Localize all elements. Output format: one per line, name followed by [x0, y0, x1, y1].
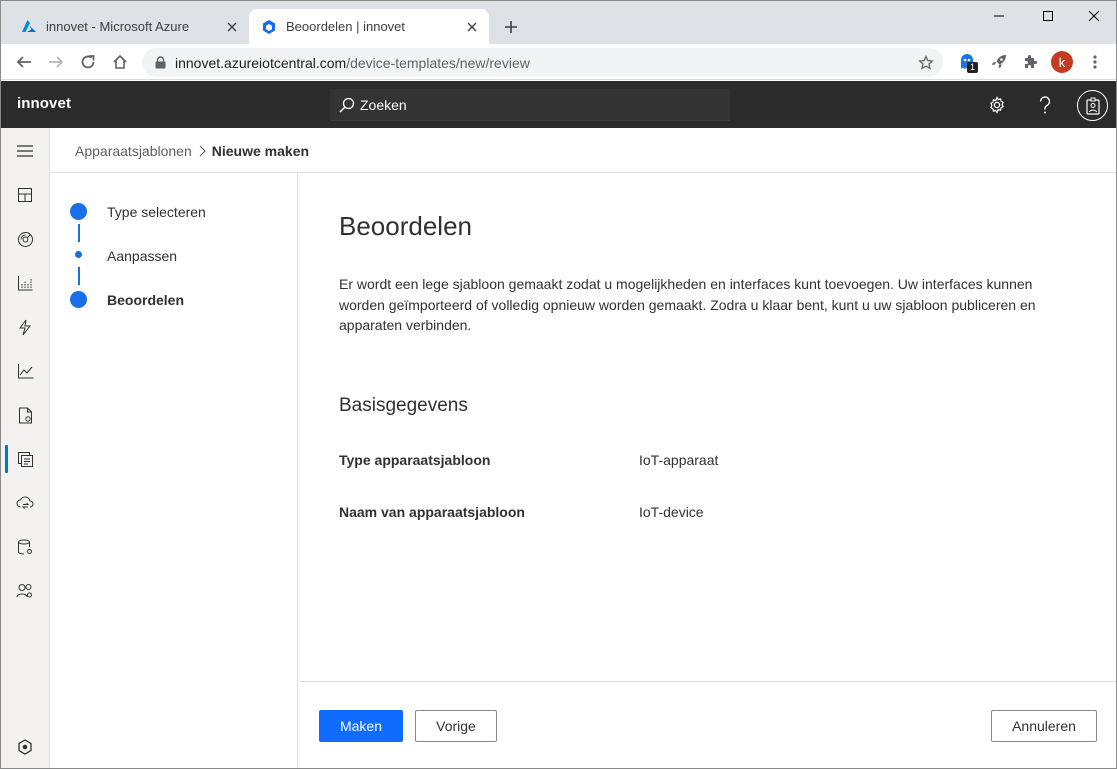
step-label-review[interactable]: Beoordelen	[107, 292, 184, 308]
address-bar[interactable]: innovet.azureiotcentral.com/device-templ…	[142, 48, 943, 77]
previous-button[interactable]: Vorige	[415, 710, 497, 742]
rocket-icon[interactable]	[988, 51, 1010, 73]
property-value-type: IoT-apparaat	[639, 452, 719, 468]
page-title: Beoordelen	[339, 211, 472, 241]
step-dot-complete	[70, 203, 87, 220]
bookmark-star-icon[interactable]	[917, 54, 935, 72]
section-title: Basisgegevens	[339, 395, 468, 416]
administration-icon[interactable]	[1, 525, 49, 569]
account-badge-icon[interactable]	[1077, 90, 1108, 121]
devices-icon[interactable]	[1, 217, 49, 261]
extension-badge: 1	[967, 62, 978, 73]
search-box[interactable]	[330, 89, 730, 121]
iot-central-logo-icon[interactable]	[1, 725, 49, 768]
lock-icon[interactable]	[153, 56, 167, 70]
close-tab-icon[interactable]	[223, 18, 241, 36]
cancel-button[interactable]: Annuleren	[991, 710, 1097, 742]
forward-icon[interactable]	[45, 51, 67, 73]
maximize-icon[interactable]	[1025, 5, 1071, 27]
url-text[interactable]: innovet.azureiotcentral.com/device-templ…	[175, 55, 917, 71]
menu-icon[interactable]	[1, 129, 49, 173]
property-name-type: Type apparaatsjabloon	[339, 452, 491, 468]
extensions-puzzle-icon[interactable]	[1019, 51, 1041, 73]
users-icon[interactable]	[1, 569, 49, 613]
tab-title: innovet - Microsoft Azure	[46, 19, 190, 34]
analytics-icon[interactable]	[1, 349, 49, 393]
dashboard-icon[interactable]	[1, 173, 49, 217]
browser-window: innovet - Microsoft Azure Beoordelen | i…	[0, 0, 1117, 769]
back-icon[interactable]	[13, 51, 35, 73]
azure-logo-icon	[21, 19, 37, 35]
create-button[interactable]: Maken	[319, 710, 403, 742]
device-groups-icon[interactable]	[1, 261, 49, 305]
close-tab-icon[interactable]	[463, 18, 481, 36]
tab-strip: innovet - Microsoft Azure Beoordelen | i…	[1, 1, 1116, 44]
extension-ghost-icon[interactable]: 1	[957, 51, 979, 73]
review-description: Er wordt een lege sjabloon gemaakt zodat…	[339, 276, 1036, 333]
minimize-icon[interactable]	[976, 5, 1022, 27]
more-menu-icon[interactable]	[1084, 51, 1106, 73]
data-export-icon[interactable]	[1, 481, 49, 525]
search-input[interactable]	[360, 96, 700, 113]
property-name-template-name: Naam van apparaatsjabloon	[339, 504, 525, 520]
reload-icon[interactable]	[77, 51, 99, 73]
app-header: innovet	[1, 81, 1116, 128]
breadcrumb: Apparaatsjablonen Nieuwe maken	[75, 143, 309, 159]
home-icon[interactable]	[109, 51, 131, 73]
rules-icon[interactable]	[1, 305, 49, 349]
search-icon	[339, 97, 355, 113]
new-tab-icon[interactable]	[500, 16, 522, 38]
device-templates-icon[interactable]	[1, 437, 49, 481]
jobs-icon[interactable]	[1, 393, 49, 437]
breadcrumb-current: Nieuwe maken	[211, 143, 310, 159]
step-dot-skipped	[75, 251, 82, 258]
app-brand[interactable]: innovet	[17, 95, 71, 112]
url-host: innovet.azureiotcentral.com	[175, 54, 347, 71]
url-path: /device-templates/new/review	[346, 54, 530, 71]
profile-avatar[interactable]: k	[1051, 51, 1073, 73]
footer-divider	[299, 681, 1116, 682]
settings-gear-icon[interactable]	[984, 92, 1010, 118]
browser-tab-azure[interactable]: innovet - Microsoft Azure	[9, 9, 249, 44]
wizard-steps: Type selecteren Aanpassen Beoordelen	[51, 173, 298, 768]
breadcrumb-parent[interactable]: Apparaatsjablonen	[75, 143, 192, 159]
left-navigation	[1, 128, 50, 768]
chevron-right-icon	[198, 145, 206, 157]
browser-tab-beoordelen[interactable]: Beoordelen | innovet	[249, 9, 489, 44]
step-label-type[interactable]: Type selecteren	[107, 204, 206, 220]
review-panel: Beoordelen Er wordt een lege sjabloon ge…	[299, 173, 1116, 681]
step-label-customize[interactable]: Aanpassen	[107, 248, 177, 264]
help-icon[interactable]	[1032, 92, 1058, 118]
close-window-icon[interactable]	[1071, 5, 1116, 27]
step-dot-current	[70, 291, 87, 308]
browser-toolbar: innovet.azureiotcentral.com/device-templ…	[1, 44, 1116, 80]
property-value-template-name: IoT-device	[639, 504, 704, 520]
step-connector	[78, 267, 80, 285]
iot-central-icon	[261, 19, 277, 35]
step-connector	[78, 224, 80, 242]
tab-title: Beoordelen | innovet	[286, 19, 406, 34]
